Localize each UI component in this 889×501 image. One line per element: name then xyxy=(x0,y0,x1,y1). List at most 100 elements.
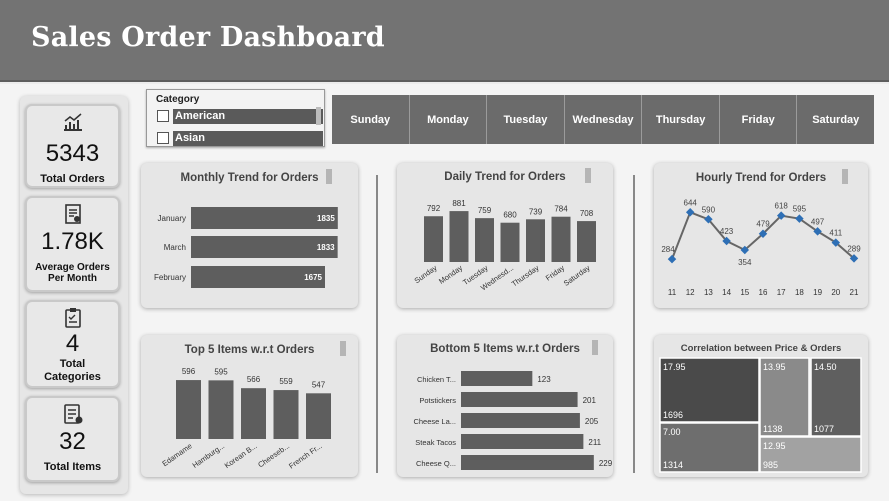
category-label: Steak Tacos xyxy=(415,438,456,447)
bar xyxy=(306,393,331,439)
data-label: 759 xyxy=(478,206,492,215)
checklist-icon xyxy=(27,402,118,426)
category-label: Cheese Q... xyxy=(416,459,456,468)
bar xyxy=(475,218,494,262)
kpi-label: Total Items xyxy=(43,461,102,473)
data-label: 792 xyxy=(427,204,441,213)
price-label: 17.95 xyxy=(663,362,686,372)
x-tick-label: 11 xyxy=(668,288,677,297)
data-label: 205 xyxy=(585,417,599,426)
category-label: Cheese La... xyxy=(413,417,456,426)
category-label: February xyxy=(154,273,186,282)
growth-chart-icon xyxy=(27,110,118,134)
kpi-value: 32 xyxy=(59,428,86,455)
kpi-value: 4 xyxy=(65,330,80,357)
data-label: 201 xyxy=(583,396,597,405)
divider xyxy=(633,175,635,473)
kpi-total-orders: 5343 Total Orders xyxy=(25,104,120,188)
x-tick-label: 20 xyxy=(831,288,840,297)
day-button-thursday[interactable]: Thursday xyxy=(642,95,720,144)
bar xyxy=(449,211,469,262)
bar xyxy=(577,221,596,262)
bar xyxy=(526,219,545,262)
orders-label: 1696 xyxy=(663,410,683,420)
orders-label: 1138 xyxy=(763,424,782,434)
clipboard-icon xyxy=(27,306,118,330)
bar xyxy=(461,392,578,407)
data-label: 595 xyxy=(214,367,228,376)
orders-label: 1314 xyxy=(663,460,683,470)
slicer-scrollbar[interactable] xyxy=(316,107,321,125)
slicer-option-asian[interactable]: Asian xyxy=(157,131,324,146)
data-label: 1675 xyxy=(304,273,322,282)
category-slicer: Category American Asian xyxy=(146,89,325,147)
bar xyxy=(273,390,299,439)
kpi-label: Average Orders Per Month xyxy=(35,262,110,284)
x-tick-label: 15 xyxy=(740,288,749,297)
day-button-saturday[interactable]: Saturday xyxy=(797,95,875,144)
day-button-sunday[interactable]: Sunday xyxy=(332,95,410,144)
bar xyxy=(176,380,201,439)
price-label: 12.95 xyxy=(763,441,786,451)
bar xyxy=(241,388,266,439)
data-label: 1833 xyxy=(317,243,335,252)
category-label: Edamame xyxy=(160,441,193,468)
kpi-value: 5343 xyxy=(45,140,100,167)
bar xyxy=(191,236,338,258)
day-button-tuesday[interactable]: Tuesday xyxy=(487,95,565,144)
bar xyxy=(424,216,443,262)
checkbox[interactable] xyxy=(157,132,169,144)
category-label: Saturday xyxy=(562,263,592,288)
monthly-trend-card: Monthly Trend for Orders January 1835 Marc… xyxy=(141,163,358,308)
data-label: 708 xyxy=(580,209,594,218)
x-tick-label: 13 xyxy=(704,288,713,297)
category-label: French Fr... xyxy=(287,441,324,470)
data-label: 559 xyxy=(279,377,293,386)
correlation-card: Correlation between Price & Orders 17.95… xyxy=(654,335,868,477)
data-label: 566 xyxy=(247,375,261,384)
data-label: 123 xyxy=(537,375,551,384)
category-label: March xyxy=(164,243,186,252)
data-label: 595 xyxy=(793,205,807,214)
kpi-total-categories: 4 Total Categories xyxy=(25,300,120,388)
x-tick-label: 12 xyxy=(686,288,695,297)
day-button-wednesday[interactable]: Wednesday xyxy=(564,95,643,144)
day-slicer: Sunday Monday Tuesday Wednesday Thursday… xyxy=(332,95,875,144)
day-button-monday[interactable]: Monday xyxy=(409,95,488,144)
data-label: 739 xyxy=(529,207,543,216)
daily-trend-card: Daily Trend for Orders 792 Sunday 881 Monda… xyxy=(397,163,613,308)
top5-items-card: Top 5 Items w.r.t Orders 596 Edamame 595 Ha… xyxy=(141,335,358,477)
x-tick-label: 14 xyxy=(722,288,731,297)
slicer-option-american[interactable]: American xyxy=(157,109,324,124)
x-tick-label: 19 xyxy=(813,288,822,297)
bar xyxy=(191,207,338,229)
kpi-label: Total Categories xyxy=(44,358,101,383)
divider xyxy=(376,175,378,473)
bottom5-items-card: Bottom 5 Items w.r.t Orders Chicken T...… xyxy=(397,335,613,477)
slicer-title: Category xyxy=(156,94,200,105)
category-label: Chicken T... xyxy=(417,375,456,384)
kpi-label: Total Orders xyxy=(40,173,105,185)
x-tick-label: 16 xyxy=(759,288,768,297)
category-label: Hamburg... xyxy=(191,441,227,470)
data-label: 411 xyxy=(829,229,842,238)
data-label: 1835 xyxy=(317,214,335,223)
data-label: 644 xyxy=(684,198,698,207)
day-button-friday[interactable]: Friday xyxy=(719,95,798,144)
page-title: Sales Order Dashboard xyxy=(31,22,385,53)
bar xyxy=(461,455,594,470)
kpi-average-orders: 1.78K Average Orders Per Month xyxy=(25,196,120,292)
slicer-option-label: Asian xyxy=(173,131,323,146)
data-label: 590 xyxy=(702,205,716,214)
bar xyxy=(461,371,533,386)
bar xyxy=(461,434,584,449)
monthly-trend-chart: January 1835 March 1833 February 1675 xyxy=(154,207,338,288)
data-label: 784 xyxy=(554,205,568,214)
category-label: Cheeseb... xyxy=(256,441,291,469)
bar xyxy=(461,413,580,428)
header-bar: Sales Order Dashboard xyxy=(0,0,889,82)
category-label: Monday xyxy=(437,263,464,286)
checkbox[interactable] xyxy=(157,110,169,122)
kpi-total-items: 32 Total Items xyxy=(25,396,120,482)
orders-label: 1077 xyxy=(814,424,834,434)
